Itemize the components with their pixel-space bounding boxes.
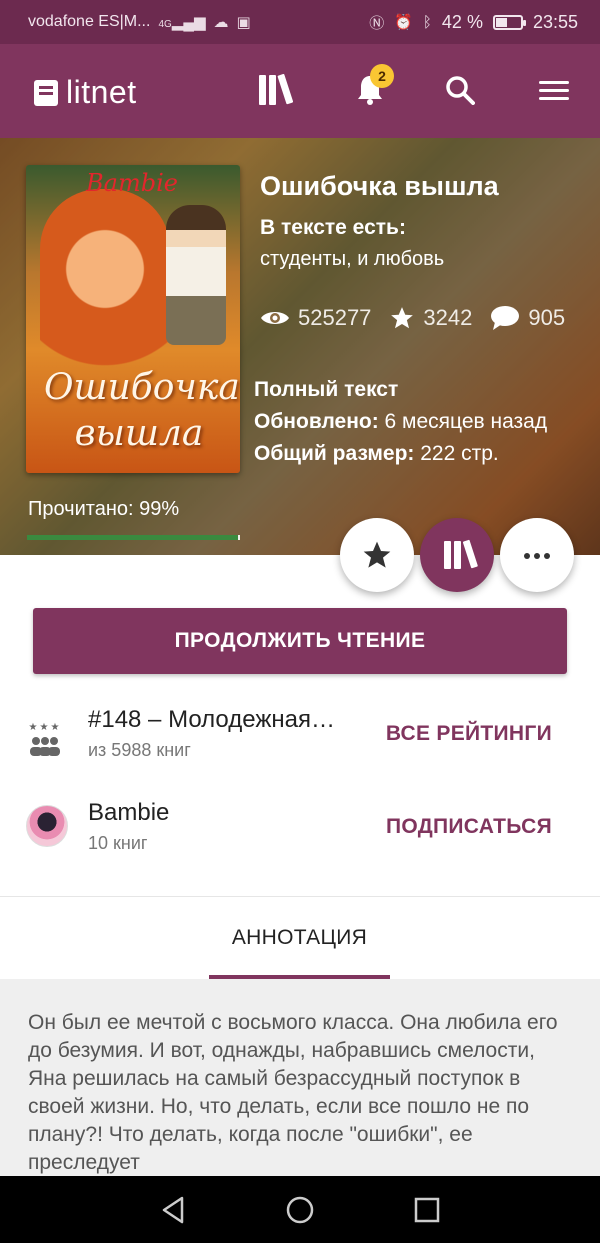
updated-value: 6 месяцев назад — [384, 410, 548, 433]
book-title: Ошибочка вышла — [260, 171, 499, 201]
battery-icon — [492, 14, 526, 30]
book-logo-icon — [34, 79, 58, 106]
home-button[interactable] — [280, 1190, 320, 1230]
views-count: 525277 — [298, 305, 372, 330]
app-bar: litnet 2 — [0, 44, 600, 138]
tags: студенты, и любовь — [260, 248, 445, 270]
library-icon — [258, 73, 293, 105]
eye-icon — [261, 312, 289, 324]
size-value: 222 стр. — [420, 442, 499, 465]
recents-button[interactable] — [407, 1190, 447, 1230]
carrier-label: vodafone ES|M... — [28, 13, 151, 30]
clock: 23:55 — [532, 11, 578, 32]
nfc-icon: Ⓝ — [369, 14, 385, 32]
star-icon — [363, 541, 391, 568]
rating-people-icon: ★★★ — [28, 722, 62, 756]
cover-boy-illustration — [166, 205, 226, 345]
back-button[interactable] — [153, 1190, 193, 1230]
favorite-button[interactable] — [340, 518, 414, 592]
bluetooth-icon: ᛒ — [422, 13, 432, 31]
book-meta: Полный текст Обновлено: 6 месяцев назад … — [254, 374, 547, 470]
comments-stat: 905 — [490, 305, 565, 331]
author-name[interactable]: Bambie — [88, 799, 360, 827]
add-to-library-button[interactable] — [420, 518, 494, 592]
comments-count: 905 — [528, 305, 566, 330]
tab-bar: АННОТАЦИЯ — [0, 897, 600, 979]
notifications-button[interactable]: 2 — [348, 64, 394, 112]
author-book-count: 10 книг — [88, 833, 148, 853]
back-icon — [163, 1196, 184, 1223]
more-options-button[interactable] — [500, 518, 574, 592]
menu-button[interactable] — [532, 68, 576, 112]
menu-icon — [539, 76, 569, 105]
annotation-text: Он был ее мечтой с восьмого класса. Она … — [28, 1011, 558, 1174]
cloud-icon: ☁ — [213, 14, 229, 31]
book-cover[interactable]: Bambie Ошибочка вышла — [26, 165, 240, 473]
star-icon — [391, 307, 414, 329]
status-bar: vodafone ES|M... 4G▂▄▆ ☁ ▣ Ⓝ ⏰ ᛒ 42 % 23… — [0, 0, 600, 44]
likes-stat: 3242 — [389, 305, 472, 331]
comment-icon — [491, 306, 520, 330]
message-icon: ▣ — [236, 14, 251, 31]
tags-label: В тексте есть: — [260, 216, 406, 239]
network-type: 4G — [158, 19, 172, 30]
recents-icon — [414, 1197, 439, 1222]
notification-badge: 2 — [370, 64, 394, 88]
all-ratings-button[interactable]: ВСЕ РЕЙТИНГИ — [386, 722, 552, 746]
more-icon — [522, 546, 552, 564]
logo[interactable]: litnet — [34, 74, 137, 111]
rating-subtitle: из 5988 книг — [88, 740, 191, 760]
book-hero: Bambie Ошибочка вышла Ошибочка вышла В т… — [0, 138, 600, 555]
views-stat: 525277 — [260, 305, 371, 331]
book-info: Ошибочка вышла В тексте есть: студенты, … — [260, 168, 590, 331]
updated-label: Обновлено: — [254, 410, 379, 433]
annotation-panel: Он был ее мечтой с восьмого класса. Она … — [0, 979, 600, 1179]
subscribe-button[interactable]: ПОДПИСАТЬСЯ — [386, 815, 552, 839]
author-row[interactable]: Bambie 10 книг ПОДПИСАТЬСЯ — [0, 797, 600, 889]
likes-count: 3242 — [423, 305, 473, 330]
reading-progress-fill — [27, 535, 238, 540]
battery-percent: 42 % — [441, 11, 483, 32]
cover-girl-illustration — [40, 189, 170, 389]
rating-row: ★★★ #148 – Молодежная… из 5988 книг ВСЕ … — [0, 704, 600, 796]
signal-icon: 4G▂▄▆ — [158, 14, 206, 31]
size-label: Общий размер: — [254, 442, 415, 465]
home-icon — [286, 1196, 314, 1223]
logo-text: litnet — [66, 74, 137, 110]
avatar[interactable] — [26, 805, 68, 847]
book-status: Полный текст — [254, 378, 399, 401]
cover-author: Bambie — [86, 169, 178, 197]
library-button[interactable] — [250, 68, 294, 112]
book-stats: 525277 3242 905 — [260, 305, 590, 331]
alarm-icon: ⏰ — [394, 14, 413, 31]
system-nav-bar — [0, 1176, 600, 1243]
rating-title: #148 – Молодежная… — [88, 706, 335, 733]
continue-reading-button[interactable]: ПРОДОЛЖИТЬ ЧТЕНИЕ — [33, 608, 567, 674]
progress-label: Прочитано: 99% — [28, 498, 180, 520]
reading-progress-bar — [27, 535, 240, 540]
search-button[interactable] — [438, 68, 482, 112]
library-icon — [443, 539, 478, 569]
search-icon — [446, 76, 475, 105]
tab-annotation[interactable]: АННОТАЦИЯ — [209, 897, 390, 979]
cover-title: Ошибочка вышла — [44, 367, 240, 454]
